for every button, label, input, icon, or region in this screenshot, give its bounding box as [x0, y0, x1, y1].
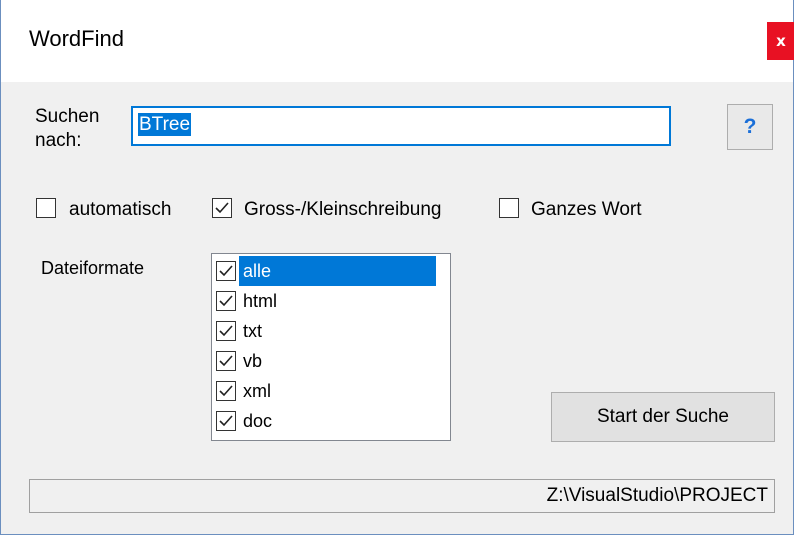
item-checkbox[interactable] [216, 261, 236, 281]
item-checkbox[interactable] [216, 351, 236, 371]
checkmark-icon [219, 385, 233, 397]
automatisch-label[interactable]: automatisch [69, 199, 171, 221]
wordfind-dialog: WordFind x Suchen nach: BTree ? automati… [0, 0, 794, 535]
list-item-html[interactable]: html [214, 286, 448, 316]
list-item-label: xml [243, 381, 271, 401]
checkmark-icon [219, 295, 233, 307]
file-formats-list[interactable]: alle html txt vb xml doc [211, 253, 451, 441]
search-input-value: BTree [138, 113, 192, 136]
close-button[interactable]: x [767, 22, 794, 60]
file-formats-label: Dateiformate [41, 258, 145, 278]
list-item-doc[interactable]: doc [214, 406, 448, 436]
help-button[interactable]: ? [727, 104, 773, 150]
checkmark-icon [219, 355, 233, 367]
title-bar: WordFind x [1, 0, 794, 82]
list-item-xml[interactable]: xml [214, 376, 448, 406]
status-bar: Z:\VisualStudio\PROJECT [29, 479, 775, 513]
start-search-label: Start der Suche [596, 406, 730, 427]
case-sensitive-checkbox[interactable] [212, 198, 232, 218]
whole-word-checkbox[interactable] [499, 198, 519, 218]
list-item-label: alle [239, 256, 436, 286]
close-icon: x [776, 32, 786, 50]
search-input[interactable]: BTree [131, 106, 671, 146]
item-checkbox[interactable] [216, 411, 236, 431]
checkmark-icon [219, 325, 233, 337]
list-item-alle[interactable]: alle [214, 256, 448, 286]
list-item-label: html [243, 291, 278, 311]
checkmark-icon [215, 202, 229, 214]
search-label-line2: nach: [35, 130, 82, 151]
case-sensitive-label[interactable]: Gross-/Kleinschreibung [244, 199, 441, 221]
question-icon: ? [743, 115, 757, 138]
item-checkbox[interactable] [216, 321, 236, 341]
list-item-txt[interactable]: txt [214, 316, 448, 346]
status-path: Z:\VisualStudio\PROJECT [546, 485, 768, 506]
window-title: WordFind [29, 26, 124, 51]
list-item-label: doc [243, 411, 273, 431]
automatisch-checkbox[interactable] [36, 198, 56, 218]
list-item-label: txt [243, 321, 263, 341]
checkmark-icon [219, 415, 233, 427]
item-checkbox[interactable] [216, 291, 236, 311]
list-item-label: vb [243, 351, 263, 371]
whole-word-label[interactable]: Ganzes Wort [531, 199, 642, 221]
search-label-line1: Suchen [35, 106, 100, 127]
checkmark-icon [219, 265, 233, 277]
start-search-button[interactable]: Start der Suche [551, 392, 775, 442]
item-checkbox[interactable] [216, 381, 236, 401]
list-item-vb[interactable]: vb [214, 346, 448, 376]
